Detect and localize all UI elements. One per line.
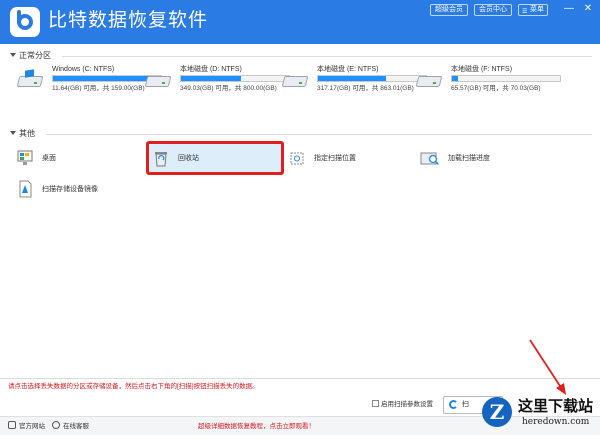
tutorial-promo-link[interactable]: 超级详细数据恢复教程，点击立即观看！ <box>198 422 315 432</box>
tool-label: 指定扫描位置 <box>314 155 356 162</box>
watermark-title: 这里下载站 <box>518 397 594 415</box>
tool-label: 扫描存储设备镜像 <box>42 186 98 193</box>
section-other[interactable]: 其他 <box>10 128 35 140</box>
app-logo-icon <box>10 7 40 37</box>
drive-name: 本地磁盘 (D: NTFS) <box>180 66 242 73</box>
watermark-url: heredown.com <box>522 417 590 427</box>
monitor-icon <box>8 421 16 429</box>
collapse-icon <box>10 53 16 57</box>
enable-scan-params-checkbox[interactable]: 启用扫描参数设置 <box>372 400 433 410</box>
menu-button[interactable]: ☰ 菜单 <box>518 4 548 16</box>
scan-button-label: 扫 <box>462 401 469 408</box>
watermark-logo-icon: Z <box>482 397 512 427</box>
load-progress-icon <box>420 152 440 166</box>
divider <box>46 134 592 135</box>
target-location-icon <box>290 152 304 165</box>
headset-icon <box>52 421 60 429</box>
desktop-icon <box>17 150 33 165</box>
tool-desktop[interactable]: 桌面 <box>14 146 134 170</box>
drive-name: 本地磁盘 (F: NTFS) <box>451 66 513 73</box>
divider <box>0 378 600 379</box>
online-support-link[interactable]: 在线客服 <box>52 421 89 432</box>
hard-drive-icon <box>281 70 309 90</box>
collapse-icon <box>10 131 16 135</box>
minimize-button[interactable]: — <box>562 2 576 16</box>
divider <box>62 56 592 57</box>
disk-image-icon <box>19 180 32 198</box>
drive-usage-bar <box>451 75 561 82</box>
drive-name: Windows (C: NTFS) <box>52 66 115 73</box>
footer-link-label: 官方网站 <box>19 423 45 430</box>
tool-label: 回收站 <box>178 155 199 162</box>
official-website-link[interactable]: 官方网站 <box>8 421 45 432</box>
instruction-hint: 请点击选择丢失数据的分区或存储设备，然后点击右下角的[扫描]按钮扫描丢失的数据。 <box>8 383 259 390</box>
hard-drive-icon <box>144 70 172 90</box>
checkbox-box[interactable] <box>372 400 379 407</box>
checkbox-label: 启用扫描参数设置 <box>381 401 433 408</box>
drive-name: 本地磁盘 (E: NTFS) <box>317 66 379 73</box>
super-member-button[interactable]: 超级会员 <box>430 4 468 16</box>
tool-specify-location[interactable]: 指定扫描位置 <box>286 146 406 170</box>
footer-link-label: 在线客服 <box>63 423 89 430</box>
title-bar: 比特数据恢复软件 超级会员 会员中心 ☰ 菜单 — ✕ <box>0 0 600 44</box>
member-center-button[interactable]: 会员中心 <box>474 4 512 16</box>
app-title: 比特数据恢复软件 <box>48 10 209 31</box>
drive-usage-bar <box>180 75 290 82</box>
watermark: Z 这里下载站 heredown.com <box>470 393 600 435</box>
drive-size: 349.03(GB) 可用，共 800.00(GB) <box>180 85 277 92</box>
section-normal-partitions[interactable]: 正常分区 <box>10 50 51 62</box>
drive-size: 317.17(GB) 可用，共 863.01(GB) <box>317 85 414 92</box>
drive-size: 11.64(GB) 可用，共 159.00(GB) <box>52 85 145 92</box>
section-title: 其他 <box>19 129 35 138</box>
drive-usage-bar <box>317 75 427 82</box>
tool-scan-image[interactable]: 扫描存储设备镜像 <box>14 177 154 201</box>
recycle-bin-icon <box>155 152 167 167</box>
section-title: 正常分区 <box>19 51 51 60</box>
menu-button-label: 菜单 <box>530 6 544 13</box>
drive-d[interactable]: 本地磁盘 (D: NTFS) 349.03(GB) 可用，共 800.00(GB… <box>144 64 290 94</box>
drive-f[interactable]: 本地磁盘 (F: NTFS) 65.57(GB) 可用，共 70.03(GB) <box>415 64 561 94</box>
drive-e[interactable]: 本地磁盘 (E: NTFS) 317.17(GB) 可用，共 863.01(GB… <box>281 64 427 94</box>
menu-icon: ☰ <box>522 9 528 15</box>
tool-label: 加载扫描进度 <box>448 155 490 162</box>
drive-size: 65.57(GB) 可用，共 70.03(GB) <box>451 85 541 92</box>
tool-load-progress[interactable]: 加载扫描进度 <box>418 146 538 170</box>
tool-label: 桌面 <box>42 155 56 162</box>
hard-drive-icon <box>415 70 443 90</box>
refresh-icon <box>449 400 458 409</box>
tool-recycle-bin[interactable]: 回收站 <box>150 146 280 170</box>
hard-drive-icon <box>16 69 44 90</box>
drive-c[interactable]: Windows (C: NTFS) 11.64(GB) 可用，共 159.00(… <box>16 64 162 94</box>
close-button[interactable]: ✕ <box>581 2 595 16</box>
